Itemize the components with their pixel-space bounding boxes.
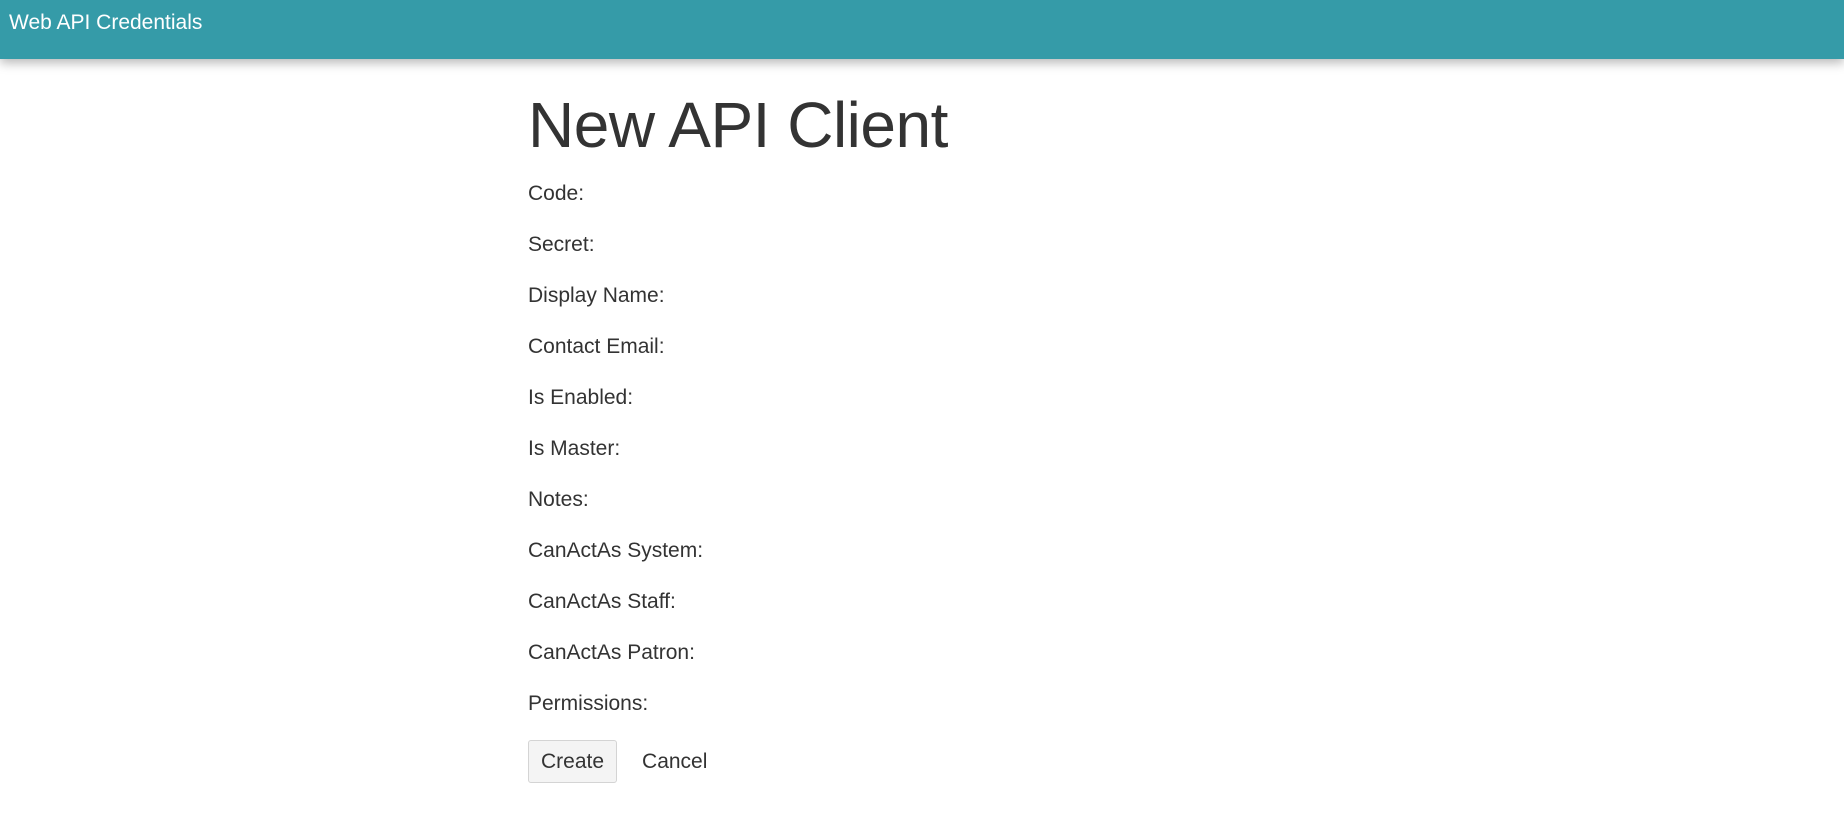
field-row-is-master: Is Master: (528, 437, 1428, 488)
field-row-secret: Secret: (528, 233, 1428, 284)
cancel-link[interactable]: Cancel (642, 750, 707, 774)
field-label-canactas-system: CanActAs System: (528, 539, 704, 562)
create-button[interactable]: Create (528, 740, 618, 783)
field-label-code: Code: (528, 182, 585, 205)
field-row-canactas-system: CanActAs System: (528, 539, 1428, 590)
field-label-canactas-staff: CanActAs Staff: (528, 590, 676, 613)
field-label-permissions: Permissions: (528, 692, 649, 715)
main-content: New API Client Code: Secret: Display Nam… (528, 80, 1428, 783)
field-row-contact-email: Contact Email: (528, 335, 1428, 386)
field-row-canactas-staff: CanActAs Staff: (528, 590, 1428, 641)
field-label-is-master: Is Master: (528, 437, 621, 460)
form-fields: Code: Secret: Display Name: Contact Emai… (528, 182, 1428, 743)
field-row-permissions: Permissions: (528, 692, 1428, 743)
field-row-display-name: Display Name: (528, 284, 1428, 335)
page-title: New API Client (528, 89, 948, 161)
field-label-secret: Secret: (528, 233, 595, 256)
app-title-link[interactable]: Web API Credentials (9, 11, 202, 35)
form-actions: Create Cancel (528, 740, 1428, 783)
field-row-canactas-patron: CanActAs Patron: (528, 641, 1428, 692)
field-label-display-name: Display Name: (528, 284, 665, 307)
field-row-notes: Notes: (528, 488, 1428, 539)
field-row-code: Code: (528, 182, 1428, 233)
field-label-contact-email: Contact Email: (528, 335, 665, 358)
top-nav-bar: Web API Credentials (0, 0, 1844, 59)
field-label-canactas-patron: CanActAs Patron: (528, 641, 695, 664)
field-label-is-enabled: Is Enabled: (528, 386, 634, 409)
field-row-is-enabled: Is Enabled: (528, 386, 1428, 437)
field-label-notes: Notes: (528, 488, 589, 511)
